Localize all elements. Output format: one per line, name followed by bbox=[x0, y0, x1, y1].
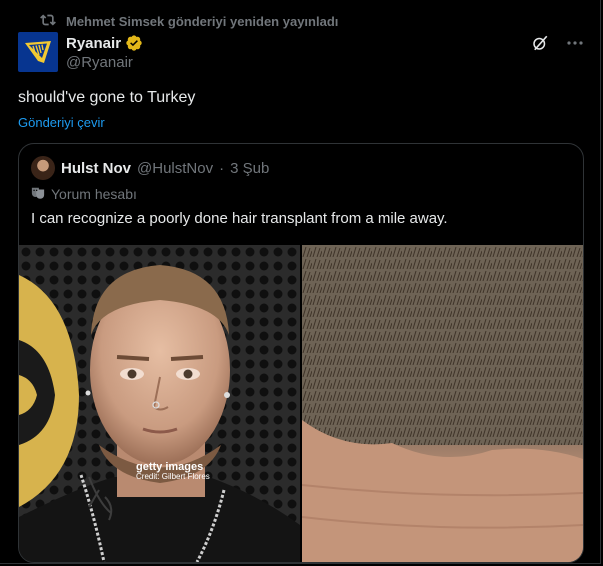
hairline-illustration bbox=[302, 245, 583, 562]
account-label-text: Yorum hesabı bbox=[51, 186, 137, 202]
quoted-post-header: Hulst Nov @HulstNov · 3 Şub bbox=[31, 156, 269, 180]
verified-badge-icon[interactable] bbox=[125, 34, 143, 52]
theater-masks-icon bbox=[31, 186, 45, 203]
quoted-author-handle[interactable]: @HulstNov bbox=[137, 160, 213, 177]
translate-post-link[interactable]: Gönderiyi çevir bbox=[18, 115, 105, 130]
media-grid: getty images Credit: Gilbert Flores bbox=[19, 245, 583, 562]
author-handle[interactable]: @Ryanair bbox=[66, 54, 143, 71]
meta-separator: · bbox=[219, 159, 225, 177]
repost-text: Mehmet Simsek gönderiyi yeniden yayınlad… bbox=[66, 13, 339, 29]
quoted-author-name[interactable]: Hulst Nov bbox=[61, 160, 131, 177]
grok-icon[interactable] bbox=[531, 34, 549, 52]
quoted-author-avatar[interactable] bbox=[31, 156, 55, 180]
author-block: Ryanair @Ryanair bbox=[66, 33, 143, 71]
watermark-credit: Credit: Gilbert Flores bbox=[136, 472, 210, 482]
post-actions bbox=[531, 34, 583, 52]
repost-icon bbox=[40, 12, 56, 31]
more-options-icon[interactable] bbox=[567, 40, 583, 46]
author-name[interactable]: Ryanair bbox=[66, 35, 121, 52]
repost-indicator[interactable]: Mehmet Simsek gönderiyi yeniden yayınlad… bbox=[40, 11, 338, 31]
getty-watermark: getty images Credit: Gilbert Flores bbox=[136, 461, 210, 482]
ryanair-avatar[interactable] bbox=[18, 32, 58, 72]
tweet-text: should've gone to Turkey bbox=[18, 89, 196, 106]
quoted-post-card[interactable]: Hulst Nov @HulstNov · 3 Şub Yorum hesabı… bbox=[18, 143, 584, 563]
account-label: Yorum hesabı bbox=[31, 184, 137, 204]
media-photo-hairline[interactable] bbox=[302, 245, 583, 562]
ryanair-harp-logo bbox=[25, 41, 51, 63]
portrait-illustration bbox=[19, 245, 300, 562]
media-photo-portrait[interactable]: getty images Credit: Gilbert Flores bbox=[19, 245, 300, 562]
quoted-post-text: I can recognize a poorly done hair trans… bbox=[31, 210, 448, 227]
quoted-post-date[interactable]: 3 Şub bbox=[230, 160, 269, 177]
